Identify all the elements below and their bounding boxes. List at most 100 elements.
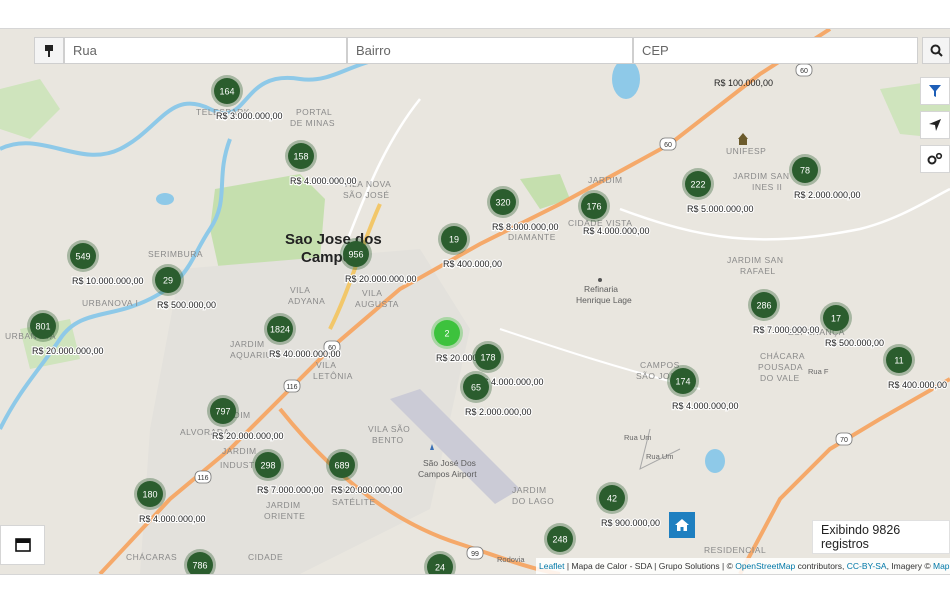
- search-button[interactable]: [922, 37, 950, 64]
- property-cluster-marker[interactable]: 248: [544, 523, 576, 555]
- attribution-text: , Imagery ©: [886, 561, 933, 571]
- map-attribution: Leaflet | Mapa de Calor - SDA | Grupo So…: [536, 558, 950, 574]
- home-marker[interactable]: [669, 512, 695, 538]
- settings-button[interactable]: [920, 145, 950, 173]
- cluster-count: 786: [192, 561, 207, 571]
- neighborhood-label: JARDIM: [266, 500, 301, 510]
- cluster-count: 178: [480, 353, 495, 363]
- neighborhood-label: BENTO: [372, 435, 404, 445]
- poi-label: Henrique Lage: [576, 295, 632, 305]
- locate-button[interactable]: [920, 111, 950, 139]
- property-cluster-marker[interactable]: 549 R$ 10.000.000,00: [67, 240, 145, 287]
- cluster-count: 11: [894, 356, 903, 366]
- route-number: 116: [286, 384, 297, 391]
- locate-arrow-icon: [929, 119, 941, 131]
- cluster-price-label: R$ 40.000.000,00: [269, 349, 341, 359]
- lake: [612, 59, 640, 99]
- cluster-count: 42: [607, 494, 617, 504]
- neighborhood-label: RESIDENCIAL: [704, 545, 766, 555]
- lake: [705, 449, 725, 473]
- cluster-price-label: R$ 8.000.000,00: [492, 222, 559, 232]
- map-frame[interactable]: Sao Jose dos Campos PORTAL DE MINAS TELESPAR…: [0, 28, 950, 575]
- property-cluster-marker[interactable]: 17 R$ 500.000,00: [820, 302, 885, 349]
- route-number: 116: [197, 475, 208, 482]
- park-area: [0, 79, 60, 139]
- neighborhood-label: CIDADE: [248, 552, 283, 562]
- street-label: Rua Um: [624, 433, 652, 442]
- route-number: 70: [840, 437, 848, 444]
- neighborhood-label: ADYANA: [288, 296, 325, 306]
- road: [619, 187, 950, 241]
- cluster-count: 689: [334, 461, 349, 471]
- cluster-price-label: R$ 400.000,00: [888, 380, 947, 390]
- lake: [156, 193, 174, 205]
- cluster-count: 797: [215, 407, 230, 417]
- neighborhood-label: SATÉLITE: [332, 497, 376, 507]
- cluster-price-label: R$ 4.000.000,00: [583, 226, 650, 236]
- property-cluster-marker[interactable]: 174 R$ 4.000.000,00: [667, 365, 740, 412]
- cluster-count: 180: [142, 490, 157, 500]
- neighborhood-label: VILA SÃO: [368, 424, 410, 434]
- cluster-count: 320: [495, 198, 510, 208]
- route-shield: 116: [283, 379, 301, 393]
- mapbox-link[interactable]: Mapbox: [933, 561, 950, 571]
- cluster-price-label: R$ 400.000,00: [443, 259, 502, 269]
- records-count: Exibindo 9826 registros: [812, 520, 950, 554]
- refinery-dot: [598, 278, 602, 282]
- cluster-count: 298: [260, 461, 275, 471]
- neighborhood-label: CHÁCARA: [760, 351, 805, 361]
- pin-button[interactable]: [34, 37, 64, 64]
- property-cluster-marker[interactable]: 24: [424, 551, 456, 574]
- cluster-count: 174: [675, 377, 690, 387]
- neighborhood-label: SERIMBURA: [148, 249, 203, 259]
- street-input[interactable]: [64, 37, 347, 64]
- filter-button[interactable]: [920, 77, 950, 105]
- cluster-price-label: R$ 2.000.000,00: [465, 407, 532, 417]
- osm-link[interactable]: OpenStreetMap: [735, 561, 795, 571]
- neighborhood-label: RAFAEL: [740, 266, 776, 276]
- cluster-count: 222: [690, 180, 705, 190]
- neighborhood-label: ORIENTE: [264, 511, 305, 521]
- cluster-count: 24: [435, 563, 445, 573]
- cluster-price-label: R$ 2.000.000,00: [794, 190, 861, 200]
- cluster-count: 29: [163, 276, 173, 286]
- filter-icon: [929, 85, 941, 97]
- window-toggle-button[interactable]: [0, 525, 45, 565]
- route-number: 99: [471, 551, 479, 558]
- route-shield: 60: [659, 137, 677, 151]
- map-canvas[interactable]: Sao Jose dosCamposPORTALDE MINASTELESPAR…: [0, 29, 950, 574]
- leaflet-link[interactable]: Leaflet: [539, 561, 565, 571]
- neighborhood-label: AUGUSTA: [355, 299, 399, 309]
- neighborhood-label: JARDIM SAN: [727, 255, 783, 265]
- cluster-price-label: R$ 7.000.000,00: [257, 485, 324, 495]
- neighborhood-label: DO VALE: [760, 373, 800, 383]
- property-cluster-marker[interactable]: 11 R$ 400.000,00: [883, 344, 948, 391]
- property-cluster-marker[interactable]: 78 R$ 2.000.000,00: [789, 154, 862, 201]
- pin-icon: [45, 44, 53, 57]
- cluster-count: 164: [219, 87, 234, 97]
- search-icon: [930, 44, 943, 57]
- attribution-text: | Mapa de Calor - SDA | Grupo Solutions …: [564, 561, 736, 571]
- window-icon: [14, 538, 31, 552]
- route-shield: 116: [194, 470, 212, 484]
- property-cluster-marker[interactable]: 42 R$ 900.000,00: [596, 482, 661, 529]
- neighborhood-label: VILA: [290, 285, 310, 295]
- cluster-count: 19: [449, 235, 459, 245]
- property-cluster-marker[interactable]: 176 R$ 4.000.000,00: [578, 190, 651, 237]
- zip-input[interactable]: [633, 37, 918, 64]
- cluster-price-label: R$ 4.000.000,00: [290, 176, 357, 186]
- cluster-price-label: R$ 5.000.000,00: [687, 204, 754, 214]
- settings-gears-icon: [927, 152, 943, 165]
- neighborhood-label: DO LAGO: [512, 496, 554, 506]
- property-cluster-marker[interactable]: 286 R$ 7.000.000,00: [748, 289, 821, 336]
- cluster-price-label: R$ 20.000.000,00: [345, 274, 417, 284]
- cluster-price-label: R$ 100.000,00: [714, 78, 773, 88]
- cluster-price-label: R$ 10.000.000,00: [72, 276, 144, 286]
- district-input[interactable]: [347, 37, 633, 64]
- neighborhood-label: POUSADA: [758, 362, 803, 372]
- neighborhood-label: JARDIM: [230, 339, 265, 349]
- cluster-price-label: R$ 4.000.000,00: [672, 401, 739, 411]
- cluster-price-label: R$ 20.000.000,00: [331, 485, 403, 495]
- license-link[interactable]: CC-BY-SA: [847, 561, 887, 571]
- property-cluster-marker[interactable]: 158 R$ 4.000.000,00: [285, 140, 358, 187]
